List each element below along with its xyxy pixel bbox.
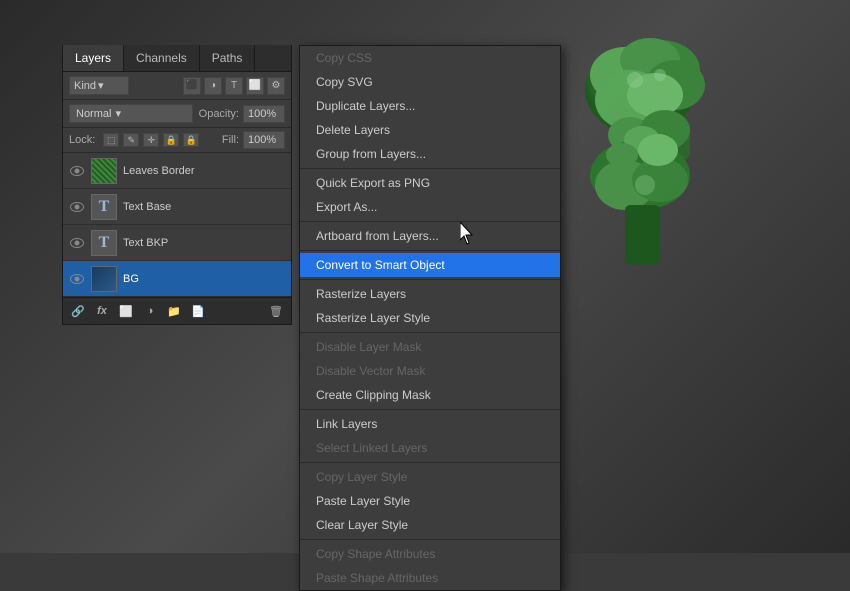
panel-search-bar: Kind ▾ ⬛ ◑ T ⬜ ⚙ bbox=[63, 72, 291, 100]
lock-position-icon[interactable]: ✎ bbox=[123, 133, 139, 147]
filter-type-icon[interactable]: T bbox=[225, 77, 243, 95]
layer-filter-type[interactable]: Kind ▾ bbox=[69, 76, 129, 95]
menu-item-copy-css[interactable]: Copy CSS bbox=[300, 46, 560, 70]
layer-row[interactable]: Leaves Border bbox=[63, 153, 291, 189]
layer-visibility-toggle[interactable] bbox=[69, 271, 85, 287]
blend-mode-label: Normal bbox=[76, 108, 111, 120]
new-group-icon[interactable]: 📁 bbox=[165, 302, 183, 320]
menu-separator bbox=[300, 279, 560, 280]
menu-item-create-clipping-mask[interactable]: Create Clipping Mask bbox=[300, 383, 560, 407]
opacity-control: Opacity: 100% bbox=[199, 105, 285, 123]
menu-item-export-as[interactable]: Export As... bbox=[300, 195, 560, 219]
menu-item-paste-layer-style[interactable]: Paste Layer Style bbox=[300, 489, 560, 513]
add-fx-icon[interactable]: fx bbox=[93, 302, 111, 320]
menu-separator bbox=[300, 539, 560, 540]
layers-panel: Layers Channels Paths Kind ▾ ⬛ ◑ T ⬜ ⚙ N… bbox=[62, 45, 292, 325]
filter-type-label: Kind bbox=[74, 80, 96, 92]
filter-pixel-icon[interactable]: ⬛ bbox=[183, 77, 201, 95]
layer-name: BG bbox=[123, 273, 285, 285]
panel-tabs: Layers Channels Paths bbox=[63, 45, 291, 72]
filter-smart-icon[interactable]: ⚙ bbox=[267, 77, 285, 95]
layer-visibility-toggle[interactable] bbox=[69, 235, 85, 251]
delete-layer-icon[interactable]: 🗑 bbox=[267, 302, 285, 320]
tab-layers[interactable]: Layers bbox=[63, 45, 124, 71]
filter-type-chevron: ▾ bbox=[98, 79, 104, 92]
layer-name: Text Base bbox=[123, 201, 285, 213]
link-layers-icon[interactable]: 🔗 bbox=[69, 302, 87, 320]
menu-item-disable-layer-mask[interactable]: Disable Layer Mask bbox=[300, 335, 560, 359]
menu-item-artboard-from-layers[interactable]: Artboard from Layers... bbox=[300, 224, 560, 248]
menu-item-copy-layer-style[interactable]: Copy Layer Style bbox=[300, 465, 560, 489]
eye-icon bbox=[70, 238, 84, 248]
filter-shape-icon[interactable]: ⬜ bbox=[246, 77, 264, 95]
menu-item-quick-export[interactable]: Quick Export as PNG bbox=[300, 171, 560, 195]
blend-mode-selector[interactable]: Normal ▾ bbox=[69, 104, 193, 123]
menu-item-select-linked-layers[interactable]: Select Linked Layers bbox=[300, 436, 560, 460]
layer-visibility-toggle[interactable] bbox=[69, 199, 85, 215]
menu-separator bbox=[300, 168, 560, 169]
fill-input[interactable]: 100% bbox=[243, 131, 285, 149]
lock-all-icon[interactable]: 🔒 bbox=[183, 133, 199, 147]
menu-separator bbox=[300, 332, 560, 333]
eye-icon bbox=[70, 202, 84, 212]
type-icon: T bbox=[99, 198, 110, 216]
menu-item-delete-layers[interactable]: Delete Layers bbox=[300, 118, 560, 142]
menu-item-clear-layer-style[interactable]: Clear Layer Style bbox=[300, 513, 560, 537]
context-menu: Copy CSS Copy SVG Duplicate Layers... De… bbox=[299, 45, 561, 591]
lock-label: Lock: bbox=[69, 134, 95, 146]
layer-thumbnail: T bbox=[91, 194, 117, 220]
menu-item-rasterize-layers[interactable]: Rasterize Layers bbox=[300, 282, 560, 306]
leaf-art bbox=[570, 30, 790, 510]
type-icon: T bbox=[99, 234, 110, 252]
menu-separator bbox=[300, 409, 560, 410]
menu-item-disable-vector-mask[interactable]: Disable Vector Mask bbox=[300, 359, 560, 383]
adjustment-icon[interactable]: ◑ bbox=[141, 302, 159, 320]
menu-item-paste-shape-attributes[interactable]: Paste Shape Attributes bbox=[300, 566, 560, 590]
opacity-label: Opacity: bbox=[199, 108, 239, 120]
blend-opacity-row: Normal ▾ Opacity: 100% bbox=[63, 100, 291, 128]
menu-separator bbox=[300, 221, 560, 222]
blend-mode-chevron: ▾ bbox=[115, 107, 121, 120]
fill-control: Fill: 100% bbox=[222, 131, 285, 149]
layer-row[interactable]: T Text Base bbox=[63, 189, 291, 225]
menu-item-copy-shape-attributes[interactable]: Copy Shape Attributes bbox=[300, 542, 560, 566]
layer-thumbnail: T bbox=[91, 230, 117, 256]
tab-paths[interactable]: Paths bbox=[200, 45, 256, 71]
panel-bottom-bar: 🔗 fx ⬜ ◑ 📁 📄 🗑 bbox=[63, 297, 291, 324]
tab-channels[interactable]: Channels bbox=[124, 45, 200, 71]
layer-name: Text BKP bbox=[123, 237, 285, 249]
layer-row[interactable]: BG bbox=[63, 261, 291, 297]
new-layer-icon[interactable]: 📄 bbox=[189, 302, 207, 320]
eye-icon bbox=[70, 166, 84, 176]
menu-item-rasterize-layer-style[interactable]: Rasterize Layer Style bbox=[300, 306, 560, 330]
menu-item-convert-smart-object[interactable]: Convert to Smart Object bbox=[300, 253, 560, 277]
menu-item-group-from-layers[interactable]: Group from Layers... bbox=[300, 142, 560, 166]
add-mask-icon[interactable]: ⬜ bbox=[117, 302, 135, 320]
layer-thumbnail bbox=[91, 266, 117, 292]
filter-adjust-icon[interactable]: ◑ bbox=[204, 77, 222, 95]
lock-move-icon[interactable]: ✛ bbox=[143, 133, 159, 147]
lock-fill-row: Lock: ⬚ ✎ ✛ 🔒 🔒 Fill: 100% bbox=[63, 128, 291, 153]
eye-icon bbox=[70, 274, 84, 284]
lock-pixels-icon[interactable]: ⬚ bbox=[103, 133, 119, 147]
layers-list: Leaves Border T Text Base T Text BKP bbox=[63, 153, 291, 297]
menu-item-link-layers[interactable]: Link Layers bbox=[300, 412, 560, 436]
filter-icons: ⬛ ◑ T ⬜ ⚙ bbox=[183, 77, 285, 95]
fill-label: Fill: bbox=[222, 134, 239, 146]
menu-item-copy-svg[interactable]: Copy SVG bbox=[300, 70, 560, 94]
layer-name: Leaves Border bbox=[123, 165, 285, 177]
menu-item-duplicate-layers[interactable]: Duplicate Layers... bbox=[300, 94, 560, 118]
menu-separator bbox=[300, 250, 560, 251]
menu-separator bbox=[300, 462, 560, 463]
lock-artboard-icon[interactable]: 🔒 bbox=[163, 133, 179, 147]
opacity-input[interactable]: 100% bbox=[243, 105, 285, 123]
layer-thumbnail bbox=[91, 158, 117, 184]
layer-row[interactable]: T Text BKP bbox=[63, 225, 291, 261]
layer-visibility-toggle[interactable] bbox=[69, 163, 85, 179]
